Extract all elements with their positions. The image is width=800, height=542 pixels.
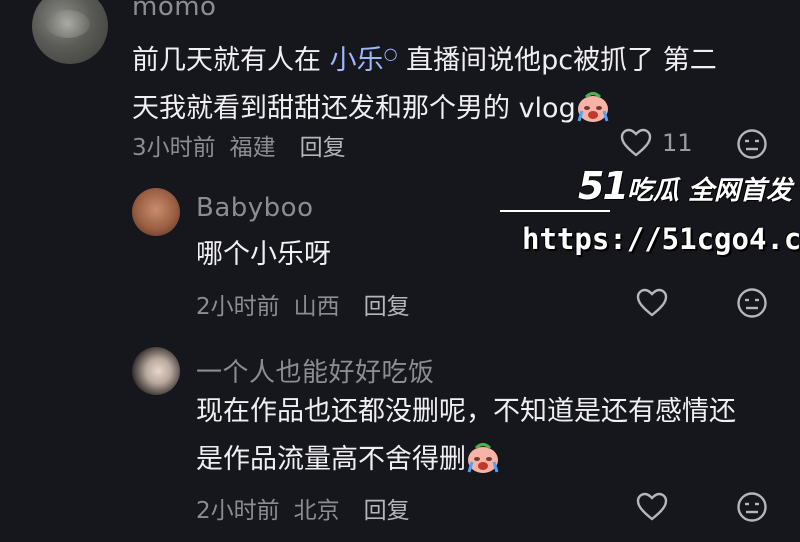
avatar-babyboo[interactable] bbox=[132, 188, 180, 236]
comment-meta: 3小时前 福建 回复 bbox=[132, 128, 346, 162]
comment-username[interactable]: 一个人也能好好吃饭 bbox=[196, 352, 435, 389]
watermark: 51吃瓜 全网首发 https://51cgo4.com bbox=[500, 160, 800, 260]
watermark-url: https://51cgo4.com bbox=[522, 222, 800, 256]
comment-text-part: 是作品流量高不舍得删 bbox=[196, 444, 466, 475]
comment-username[interactable]: momo bbox=[132, 0, 216, 22]
comment-list: momo 前几天就有人在 小乐○ 直播间说他pc被抓了 第二 天我就看到甜甜还发… bbox=[0, 0, 800, 542]
comment-text: 现在作品也还都没删呢，不知道是还有感情还 是作品流量高不舍得删 bbox=[196, 388, 786, 484]
comment-text-part: 天我就看到甜甜还发和那个男的 vlog bbox=[132, 93, 576, 124]
like-button[interactable]: 11 bbox=[620, 128, 693, 158]
watermark-number: 51 bbox=[578, 164, 629, 208]
crying-emoji-icon bbox=[577, 92, 609, 122]
heart-icon[interactable] bbox=[636, 492, 668, 522]
reply-button[interactable]: 回复 bbox=[364, 491, 410, 525]
watermark-line bbox=[500, 210, 610, 212]
search-icon[interactable]: ○ bbox=[384, 44, 398, 63]
comment-time: 2小时前 bbox=[196, 498, 280, 524]
avatar-momo[interactable] bbox=[32, 0, 108, 64]
watermark-title: 51吃瓜 全网首发 bbox=[578, 164, 792, 208]
comment-location: 福建 bbox=[229, 135, 276, 161]
comment-time: 3小时前 bbox=[132, 135, 216, 161]
dislike-face-icon[interactable] bbox=[736, 128, 768, 160]
comment-time: 2小时前 bbox=[196, 294, 280, 320]
heart-icon[interactable] bbox=[636, 288, 668, 318]
watermark-tagline: 吃瓜 全网首发 bbox=[626, 176, 792, 206]
reply-button[interactable]: 回复 bbox=[364, 287, 410, 321]
comment-text: 前几天就有人在 小乐○ 直播间说他pc被抓了 第二 天我就看到甜甜还发和那个男的… bbox=[132, 30, 772, 133]
comment-meta: 2小时前 山西 回复 bbox=[196, 287, 410, 321]
dislike-face-icon[interactable] bbox=[736, 287, 768, 319]
comment-location: 北京 bbox=[293, 498, 340, 524]
comment-text-part: 现在作品也还都没删呢，不知道是还有感情还 bbox=[196, 396, 736, 427]
comment-username[interactable]: Babyboo bbox=[196, 193, 313, 223]
comment-text-part: 哪个小乐呀 bbox=[196, 239, 331, 270]
comment-text-part: 前几天就有人在 bbox=[132, 45, 330, 76]
like-count: 11 bbox=[662, 129, 693, 157]
comment-text: 哪个小乐呀 bbox=[196, 231, 331, 279]
avatar-user3[interactable] bbox=[132, 347, 180, 395]
dislike-face-icon[interactable] bbox=[736, 491, 768, 523]
comment-meta: 2小时前 北京 回复 bbox=[196, 491, 410, 525]
reply-button[interactable]: 回复 bbox=[300, 128, 346, 162]
mention-link[interactable]: 小乐 bbox=[330, 45, 384, 76]
comment-location: 山西 bbox=[293, 294, 340, 320]
crying-emoji-icon bbox=[467, 443, 499, 473]
comment-text-part: 直播间说他pc被抓了 第二 bbox=[397, 45, 717, 76]
heart-icon bbox=[620, 128, 652, 157]
